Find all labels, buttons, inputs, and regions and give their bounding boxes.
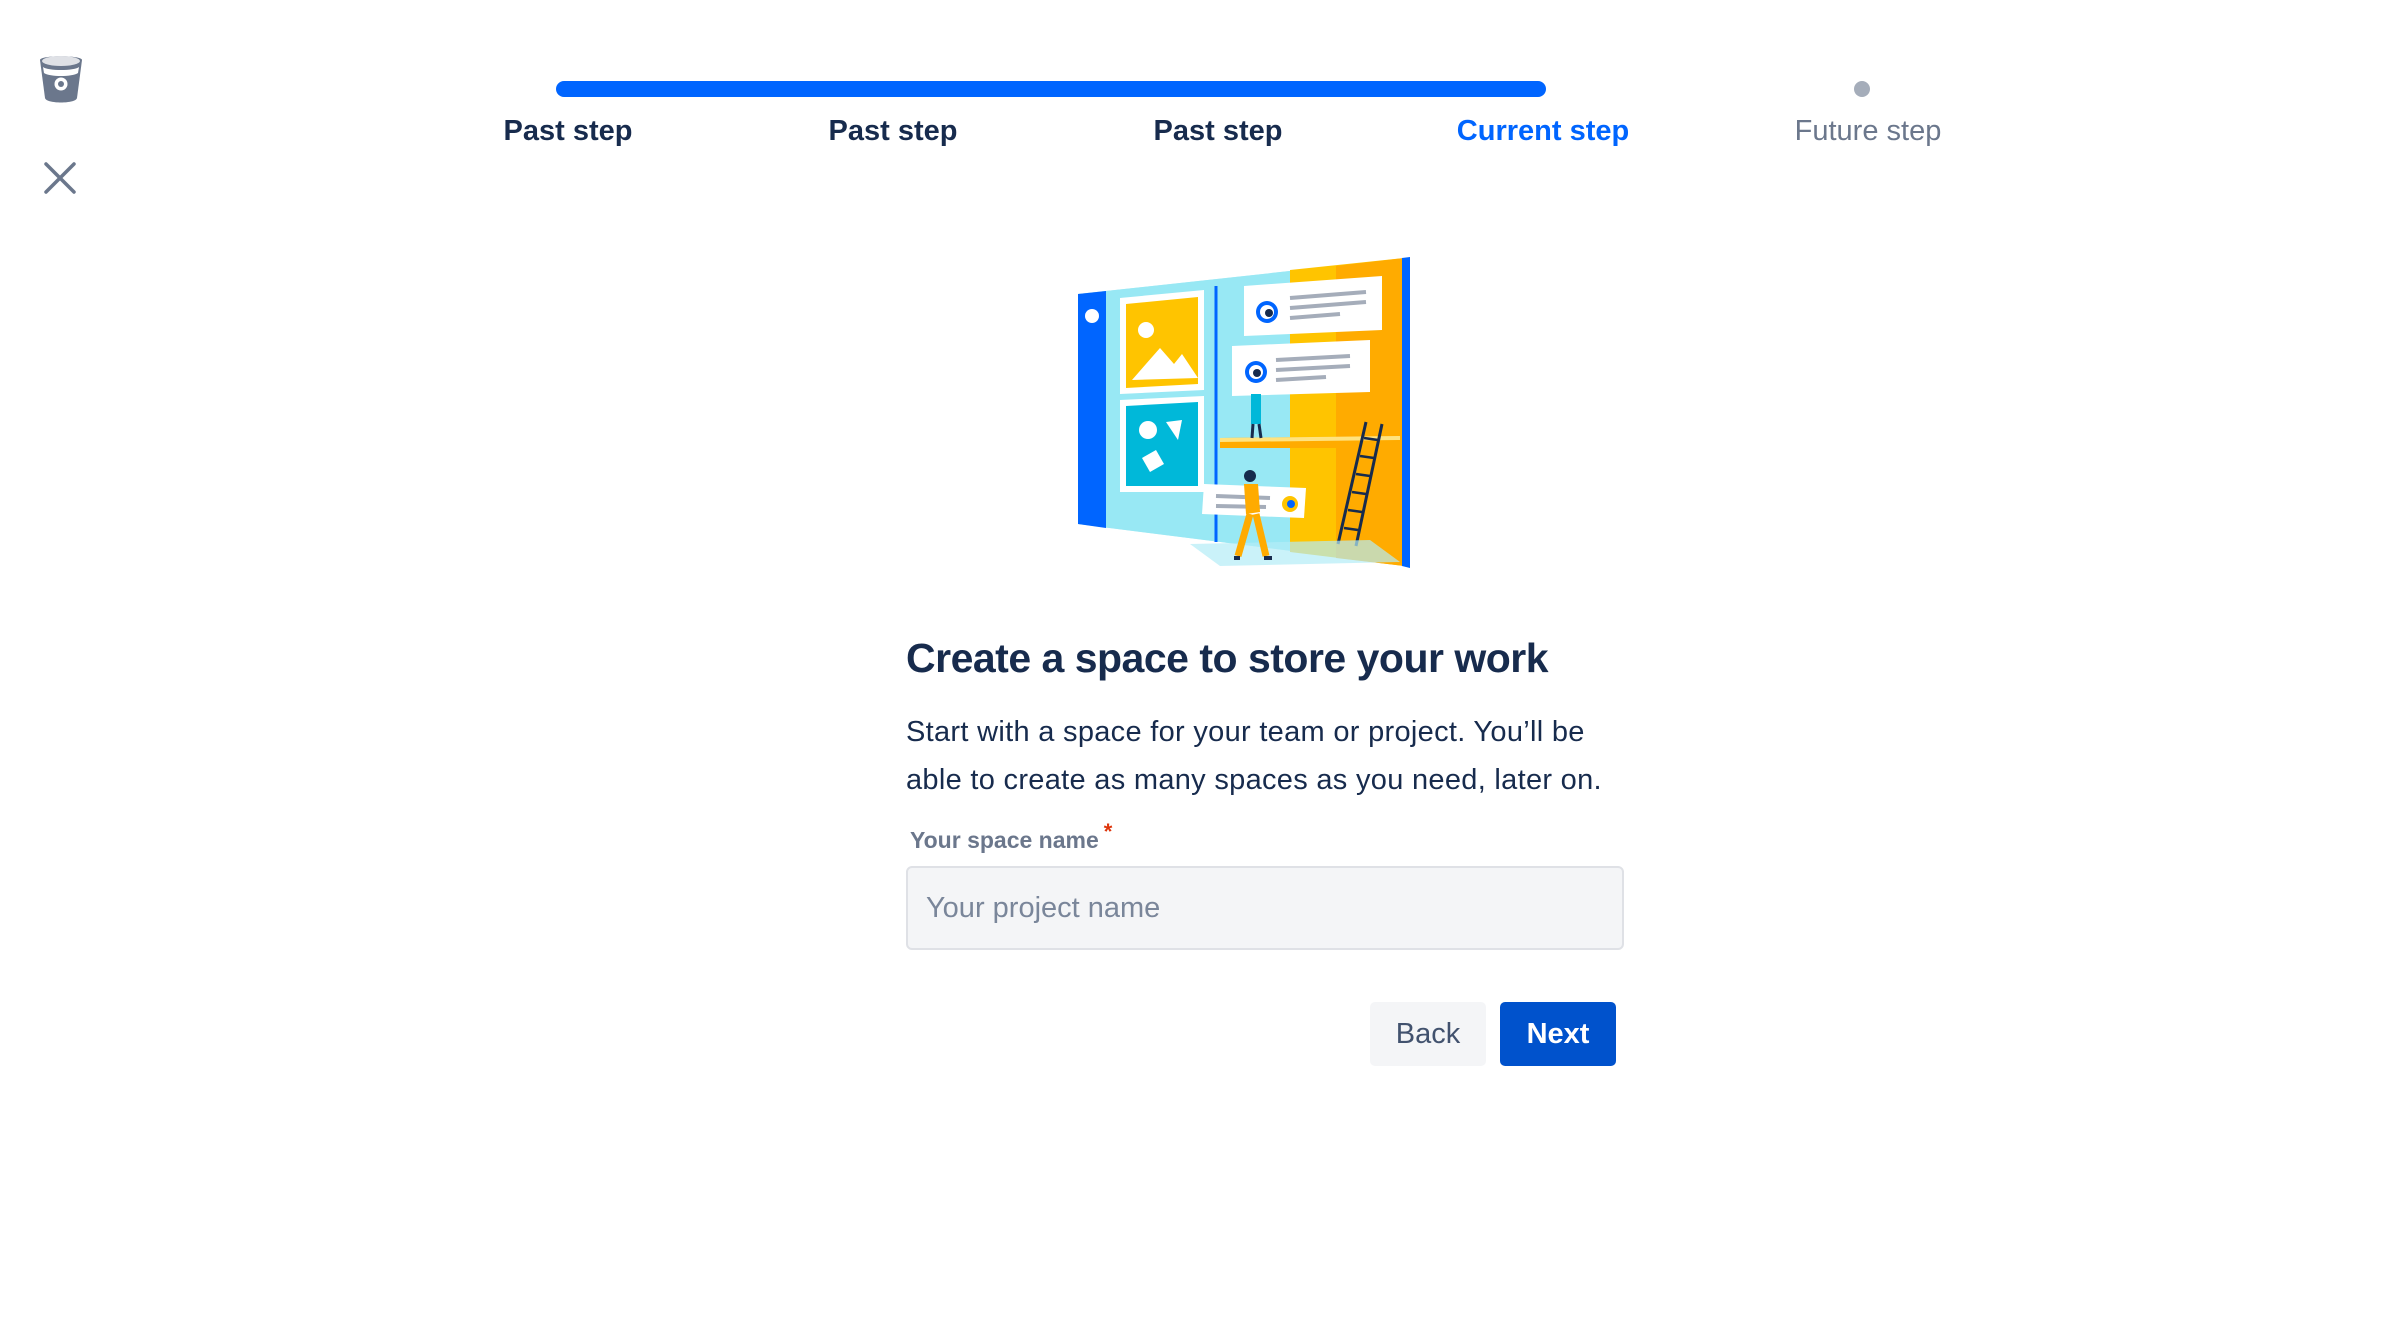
create-space-form: Create a space to store your work Start … — [906, 630, 1626, 950]
future-step-dot — [1854, 81, 1870, 97]
page-description: Start with a space for your team or proj… — [906, 708, 1626, 804]
step-label-1: Past step — [503, 115, 633, 147]
page-title: Create a space to store your work — [906, 635, 1549, 681]
progress-bar-fill — [556, 81, 1546, 97]
step-label-current: Current step — [1456, 115, 1630, 147]
step-label-3: Past step — [1153, 115, 1283, 147]
step-label-future: Future step — [1794, 115, 1942, 147]
space-name-label: Your space name * — [910, 819, 1626, 856]
step-label-2: Past step — [828, 115, 958, 147]
space-name-input[interactable] — [906, 866, 1624, 950]
form-actions: Back Next — [1370, 1002, 1616, 1066]
description-line-2: able to create as many spaces as you nee… — [906, 764, 1602, 796]
space-name-label-text: Your space name — [910, 827, 1099, 853]
back-button[interactable]: Back — [1370, 1002, 1486, 1066]
close-icon — [44, 162, 76, 194]
workspace-illustration — [1070, 252, 1410, 572]
next-button[interactable]: Next — [1500, 1002, 1616, 1066]
progress-tracker: Past step Past step Past step Current st… — [0, 0, 2400, 160]
description-line-1: Start with a space for your team or proj… — [906, 716, 1585, 748]
required-indicator: * — [1103, 819, 1113, 844]
close-button[interactable] — [42, 160, 78, 196]
